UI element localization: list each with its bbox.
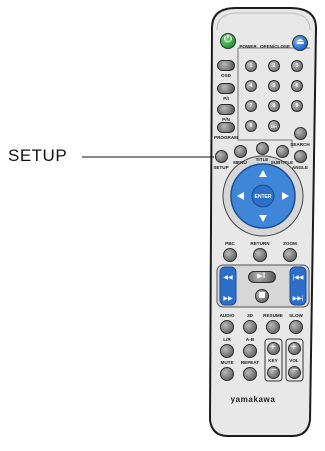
eject-icon: ⏏ xyxy=(296,36,305,46)
title-label: TITLE xyxy=(255,157,269,162)
play-pause-icon: ▶‖ xyxy=(257,273,266,280)
power-icon: ⏻ xyxy=(224,34,232,45)
zoom-label: ZOOM xyxy=(283,241,297,246)
numpad-key-10plus[interactable]: 10+ xyxy=(268,120,280,132)
resume-label: RESUME xyxy=(263,313,283,318)
return-button[interactable] xyxy=(253,248,267,262)
numpad-key-3[interactable]: 3 xyxy=(291,60,303,72)
subtitle-button[interactable] xyxy=(276,145,289,158)
search-label: SEARCH xyxy=(290,142,310,147)
brand-logo: yamakawa xyxy=(230,395,276,404)
angle-label: ANGLE xyxy=(291,165,309,170)
pn-button[interactable] xyxy=(217,104,235,115)
numpad-key-6[interactable]: 6 xyxy=(291,80,303,92)
enter-button[interactable]: ENTER xyxy=(255,194,272,200)
return-label: RETURN xyxy=(250,241,270,246)
open-close-label: OPEN/CLOSE xyxy=(259,44,291,49)
skip-next-icon: ▶▶| xyxy=(293,296,304,302)
slow-label: SLOW xyxy=(289,313,303,318)
numpad-key-1[interactable]: 1 xyxy=(245,60,257,72)
mute-label: MUTE xyxy=(220,360,234,365)
prev-icon: ◀◀ xyxy=(223,275,233,281)
mute-button[interactable] xyxy=(220,367,234,381)
numpad-key-8[interactable]: 8 xyxy=(268,100,280,112)
zoom-button[interactable] xyxy=(283,248,297,262)
setup-label: SETUP xyxy=(213,165,229,170)
osd-label: OSD xyxy=(221,73,231,78)
3d-button[interactable] xyxy=(243,320,257,334)
lr-label: L/R xyxy=(223,337,231,342)
numpad-key-4[interactable]: 4 xyxy=(245,80,257,92)
numpad-key-7[interactable]: 7 xyxy=(245,100,257,112)
title-button[interactable] xyxy=(256,142,269,155)
osd-button[interactable] xyxy=(217,60,235,71)
vol-minus-icon: − xyxy=(292,365,298,376)
menu-button[interactable] xyxy=(234,145,247,158)
ab-button[interactable] xyxy=(243,344,257,358)
search-button[interactable] xyxy=(294,127,307,140)
audio-button[interactable] xyxy=(220,320,234,334)
repeat-label: REPEAT xyxy=(240,360,260,365)
subtitle-label: SUBTITLE xyxy=(270,160,294,165)
audio-label: AUDIO xyxy=(219,313,235,318)
angle-button[interactable] xyxy=(294,150,307,163)
fast-forward-icon: ▶▶ xyxy=(223,296,233,302)
pi-label: P/I xyxy=(223,96,229,101)
resume-button[interactable] xyxy=(266,320,280,334)
vol-plus-icon: + xyxy=(291,342,297,353)
numpad-key-9[interactable]: 9 xyxy=(291,100,303,112)
key-label: KEY xyxy=(268,358,278,363)
ab-label: A-B xyxy=(245,337,255,342)
numpad-key-0[interactable]: 0 xyxy=(245,120,257,132)
skip-back-icon: |◀◀ xyxy=(293,275,304,281)
3d-label: 3D xyxy=(247,313,253,318)
numpad-key-2[interactable]: 2 xyxy=(268,60,280,72)
program-button[interactable] xyxy=(217,122,235,133)
key-plus-icon: + xyxy=(270,342,276,353)
pbc-button[interactable] xyxy=(223,248,237,262)
numpad-key-5[interactable]: 5 xyxy=(268,80,280,92)
repeat-button[interactable] xyxy=(243,367,257,381)
lr-button[interactable] xyxy=(220,344,234,358)
vol-label: VOL xyxy=(289,358,299,363)
program-label: PROGRAM xyxy=(214,135,238,140)
menu-label: MENU xyxy=(233,160,247,165)
pbc-label: PBC xyxy=(225,241,235,246)
pi-button[interactable] xyxy=(217,83,235,94)
stop-icon xyxy=(259,292,265,298)
key-minus-icon: − xyxy=(271,365,277,376)
power-label: POWER xyxy=(239,44,257,49)
slow-button[interactable] xyxy=(289,320,303,334)
setup-button[interactable] xyxy=(215,150,228,163)
